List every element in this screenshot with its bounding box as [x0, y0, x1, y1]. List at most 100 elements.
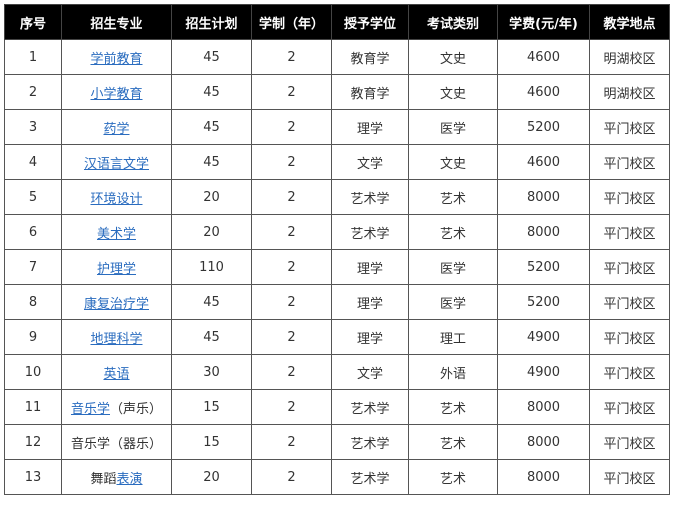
major-link[interactable]: 护理学 [97, 262, 136, 277]
campus-cell: 平门校区 [589, 459, 670, 495]
campus-cell: 平门校区 [589, 354, 670, 390]
plan-cell: 45 [171, 284, 252, 320]
fee-cell: 8000 [497, 424, 590, 460]
table-row: 8 康复治疗学 45 2 理学 医学 5200 平门校区 [4, 284, 670, 320]
fee-cell: 4600 [497, 144, 590, 180]
plan-cell: 15 [171, 389, 252, 425]
major-cell: 地理科学 [61, 319, 172, 355]
fee-cell: 5200 [497, 284, 590, 320]
years-cell: 2 [251, 179, 332, 215]
major-link[interactable]: 环境设计 [90, 192, 142, 207]
degree-cell: 文学 [331, 144, 409, 180]
years-cell: 2 [251, 39, 332, 75]
years-cell: 2 [251, 214, 332, 250]
fee-cell: 4600 [497, 39, 590, 75]
degree-cell: 文学 [331, 354, 409, 390]
fee-cell: 8000 [497, 214, 590, 250]
major-cell: 药学 [61, 109, 172, 145]
table-row: 7 护理学 110 2 理学 医学 5200 平门校区 [4, 249, 670, 285]
major-link[interactable]: 音乐学 [71, 402, 110, 417]
years-cell: 2 [251, 144, 332, 180]
plan-cell: 20 [171, 214, 252, 250]
row-number-cell: 9 [4, 319, 62, 355]
years-cell: 2 [251, 249, 332, 285]
plan-cell: 110 [171, 249, 252, 285]
exam-type-cell: 医学 [408, 109, 498, 145]
degree-cell: 理学 [331, 109, 409, 145]
campus-cell: 平门校区 [589, 109, 670, 145]
campus-cell: 平门校区 [589, 179, 670, 215]
fee-cell: 8000 [497, 179, 590, 215]
major-link[interactable]: 康复治疗学 [84, 297, 149, 312]
row-number-cell: 1 [4, 39, 62, 75]
major-cell: 康复治疗学 [61, 284, 172, 320]
table-row: 3 药学 45 2 理学 医学 5200 平门校区 [4, 109, 670, 145]
plan-cell: 45 [171, 109, 252, 145]
years-cell: 2 [251, 284, 332, 320]
degree-cell: 理学 [331, 319, 409, 355]
plan-cell: 20 [171, 459, 252, 495]
fee-cell: 8000 [497, 389, 590, 425]
header-cell-degree: 授予学位 [331, 4, 409, 40]
table-row: 12 音乐学（器乐） 15 2 艺术学 艺术 8000 平门校区 [4, 424, 670, 460]
header-cell-major: 招生专业 [61, 4, 172, 40]
row-number-cell: 13 [4, 459, 62, 495]
campus-cell: 平门校区 [589, 249, 670, 285]
exam-type-cell: 文史 [408, 144, 498, 180]
admissions-table: 序号 招生专业 招生计划 学制（年） 授予学位 考试类别 学费(元/年) 教学地… [4, 4, 670, 495]
major-text: 音乐学（器乐） [70, 436, 162, 452]
table-row: 5 环境设计 20 2 艺术学 艺术 8000 平门校区 [4, 179, 670, 215]
table-row: 9 地理科学 45 2 理学 理工 4900 平门校区 [4, 319, 670, 355]
years-cell: 2 [251, 459, 332, 495]
campus-cell: 明湖校区 [589, 74, 670, 110]
exam-type-cell: 艺术 [408, 214, 498, 250]
degree-cell: 教育学 [331, 74, 409, 110]
fee-cell: 4900 [497, 319, 590, 355]
exam-type-cell: 医学 [408, 249, 498, 285]
header-cell-fee: 学费(元/年) [497, 4, 590, 40]
table-header: 序号 招生专业 招生计划 学制（年） 授予学位 考试类别 学费(元/年) 教学地… [4, 4, 670, 40]
table-row: 10 英语 30 2 文学 外语 4900 平门校区 [4, 354, 670, 390]
row-number-cell: 5 [4, 179, 62, 215]
years-cell: 2 [251, 389, 332, 425]
plan-cell: 45 [171, 319, 252, 355]
major-link[interactable]: 药学 [103, 122, 129, 137]
campus-cell: 平门校区 [589, 424, 670, 460]
years-cell: 2 [251, 319, 332, 355]
major-link[interactable]: 学前教育 [90, 52, 142, 67]
exam-type-cell: 艺术 [408, 459, 498, 495]
major-link[interactable]: 小学教育 [90, 87, 142, 102]
major-link[interactable]: 汉语言文学 [84, 157, 149, 172]
degree-cell: 艺术学 [331, 389, 409, 425]
plan-cell: 15 [171, 424, 252, 460]
major-text: （声乐） [110, 401, 163, 417]
table-row: 2 小学教育 45 2 教育学 文史 4600 明湖校区 [4, 74, 670, 110]
fee-cell: 5200 [497, 109, 590, 145]
row-number-cell: 8 [4, 284, 62, 320]
fee-cell: 4900 [497, 354, 590, 390]
years-cell: 2 [251, 74, 332, 110]
degree-cell: 艺术学 [331, 214, 409, 250]
major-cell: 音乐学（声乐） [61, 389, 172, 425]
campus-cell: 平门校区 [589, 319, 670, 355]
exam-type-cell: 文史 [408, 39, 498, 75]
header-cell-exam: 考试类别 [408, 4, 498, 40]
plan-cell: 45 [171, 144, 252, 180]
major-link[interactable]: 地理科学 [90, 332, 142, 347]
exam-type-cell: 医学 [408, 284, 498, 320]
exam-type-cell: 艺术 [408, 389, 498, 425]
major-cell: 舞蹈表演 [61, 459, 172, 495]
major-link[interactable]: 表演 [117, 472, 143, 487]
major-link[interactable]: 美术学 [97, 227, 136, 242]
fee-cell: 5200 [497, 249, 590, 285]
major-cell: 美术学 [61, 214, 172, 250]
major-link[interactable]: 英语 [103, 367, 129, 382]
major-cell: 护理学 [61, 249, 172, 285]
years-cell: 2 [251, 109, 332, 145]
plan-cell: 45 [171, 39, 252, 75]
major-text: 舞蹈 [90, 471, 117, 487]
degree-cell: 理学 [331, 249, 409, 285]
plan-cell: 30 [171, 354, 252, 390]
major-cell: 音乐学（器乐） [61, 424, 172, 460]
campus-cell: 明湖校区 [589, 39, 670, 75]
